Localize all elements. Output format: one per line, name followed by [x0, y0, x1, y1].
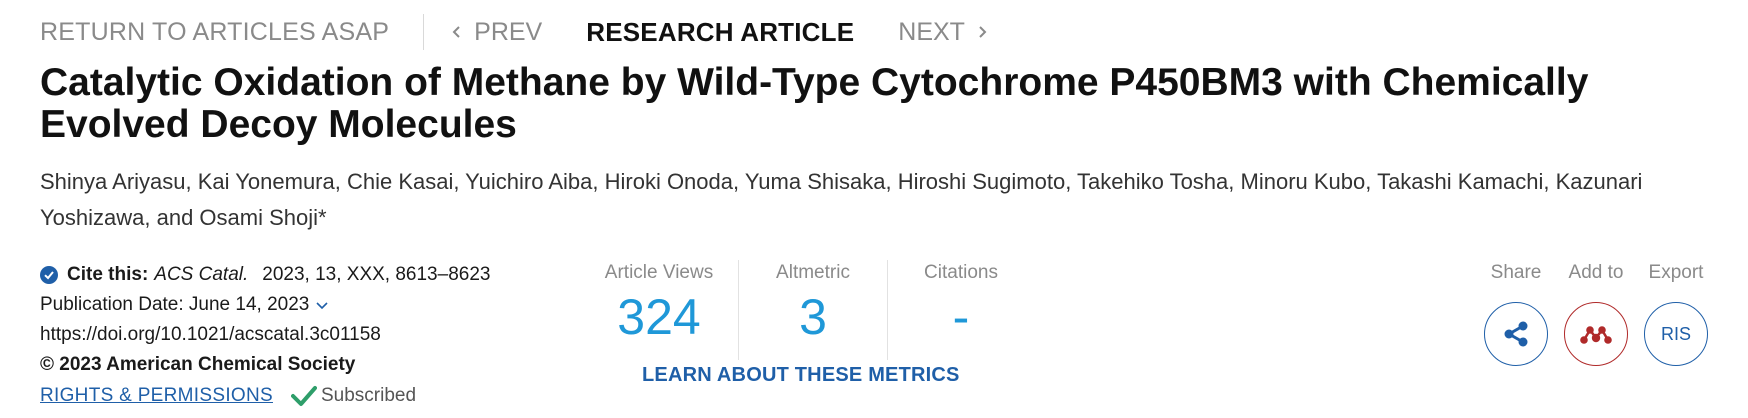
prev-label: PREV [474, 17, 543, 46]
cite-journal: ACS Catal. [154, 264, 249, 285]
checkmark-icon [290, 386, 317, 406]
altmetric-label: Altmetric [776, 262, 850, 283]
share-icon [1504, 321, 1528, 347]
next-article-link[interactable]: NEXT [898, 18, 989, 47]
mendeley-icon [1580, 326, 1612, 344]
metric-citations: Citations - [888, 260, 1034, 360]
article-nav: RETURN TO ARTICLES ASAP PREV RESEARCH AR… [40, 14, 989, 50]
export-label: Export [1648, 262, 1704, 283]
publication-date: Publication Date: June 14, 2023 [40, 294, 310, 315]
share-action: Share [1476, 260, 1556, 366]
metric-altmetric[interactable]: Altmetric 3 [739, 260, 887, 360]
article-type: RESEARCH ARTICLE [586, 16, 855, 47]
rights-row: RIGHTS & PERMISSIONS Subscribed [40, 380, 490, 412]
metric-article-views: Article Views 324 [580, 260, 738, 360]
doi-link[interactable]: https://doi.org/10.1021/acscatal.3c01158 [40, 320, 490, 350]
return-to-articles-link[interactable]: RETURN TO ARTICLES ASAP [40, 18, 389, 47]
citations-value: - [952, 289, 970, 345]
article-views-label: Article Views [604, 262, 714, 283]
article-actions: Share Add to Export RIS [1476, 260, 1716, 366]
article-title: Catalytic Oxidation of Methane by Wild-T… [40, 61, 1589, 146]
chevron-down-icon [315, 298, 329, 312]
cite-this-label: Cite this: [67, 264, 149, 285]
cite-details: 2023, 13, XXX, 8613–8623 [262, 264, 491, 285]
add-to-label: Add to [1568, 262, 1624, 283]
article-authors[interactable]: Shinya Ariyasu, Kai Yonemura, Chie Kasai… [40, 164, 1720, 236]
nav-divider [423, 14, 425, 50]
check-circle-icon [40, 266, 58, 284]
prev-article-link[interactable]: PREV [450, 18, 542, 47]
share-label: Share [1490, 262, 1542, 283]
chevron-left-icon [450, 25, 464, 39]
cite-this-line[interactable]: Cite this: ACS Catal. 2023, 13, XXX, 861… [40, 260, 490, 290]
citations-label: Citations [924, 262, 998, 283]
subscribed-status: Subscribed [320, 385, 417, 406]
ris-label: RIS [1660, 323, 1691, 344]
learn-about-metrics-link[interactable]: LEARN ABOUT THESE METRICS [642, 364, 960, 387]
chevron-right-icon [975, 25, 989, 39]
next-label: NEXT [898, 17, 965, 46]
citation-block: Cite this: ACS Catal. 2023, 13, XXX, 861… [40, 260, 490, 412]
article-views-value: 324 [617, 289, 701, 345]
copyright: © 2023 American Chemical Society [40, 354, 356, 375]
export-action: Export RIS [1636, 260, 1716, 366]
add-to-action: Add to [1556, 260, 1636, 366]
publication-date-toggle[interactable]: Publication Date: June 14, 2023 [40, 290, 490, 320]
rights-permissions-link[interactable]: RIGHTS & PERMISSIONS [40, 385, 273, 407]
article-metrics: Article Views 324 Altmetric 3 Citations … [580, 260, 1034, 360]
altmetric-value: 3 [799, 289, 827, 345]
share-button[interactable] [1484, 302, 1548, 366]
export-ris-button[interactable]: RIS [1644, 302, 1708, 366]
add-to-mendeley-button[interactable] [1564, 302, 1628, 366]
